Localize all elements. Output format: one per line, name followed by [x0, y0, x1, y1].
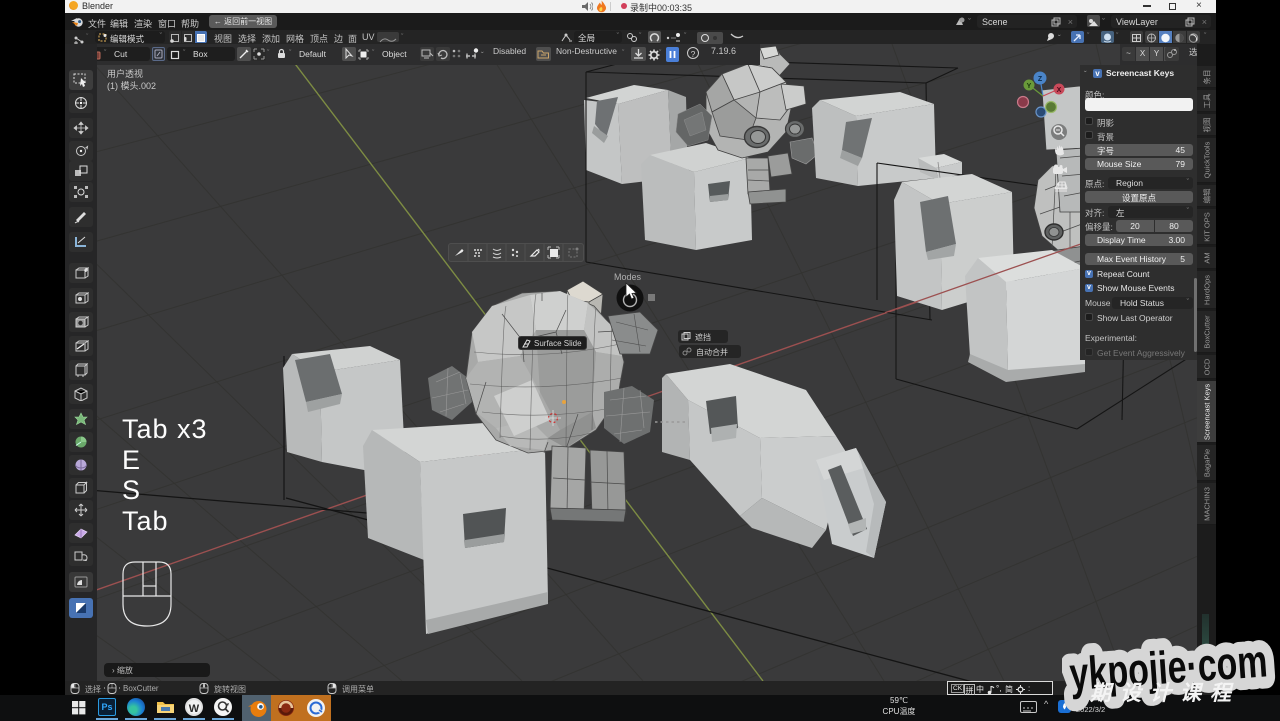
- svg-text:ˇ: ˇ: [1058, 34, 1061, 43]
- svg-text:Y: Y: [1027, 83, 1032, 90]
- svg-text:Z: Z: [1038, 76, 1043, 83]
- svg-text:X: X: [1057, 87, 1062, 94]
- svg-text:期设计课程: 期设计课程: [1089, 682, 1240, 705]
- svg-text:ˇ: ˇ: [481, 51, 484, 60]
